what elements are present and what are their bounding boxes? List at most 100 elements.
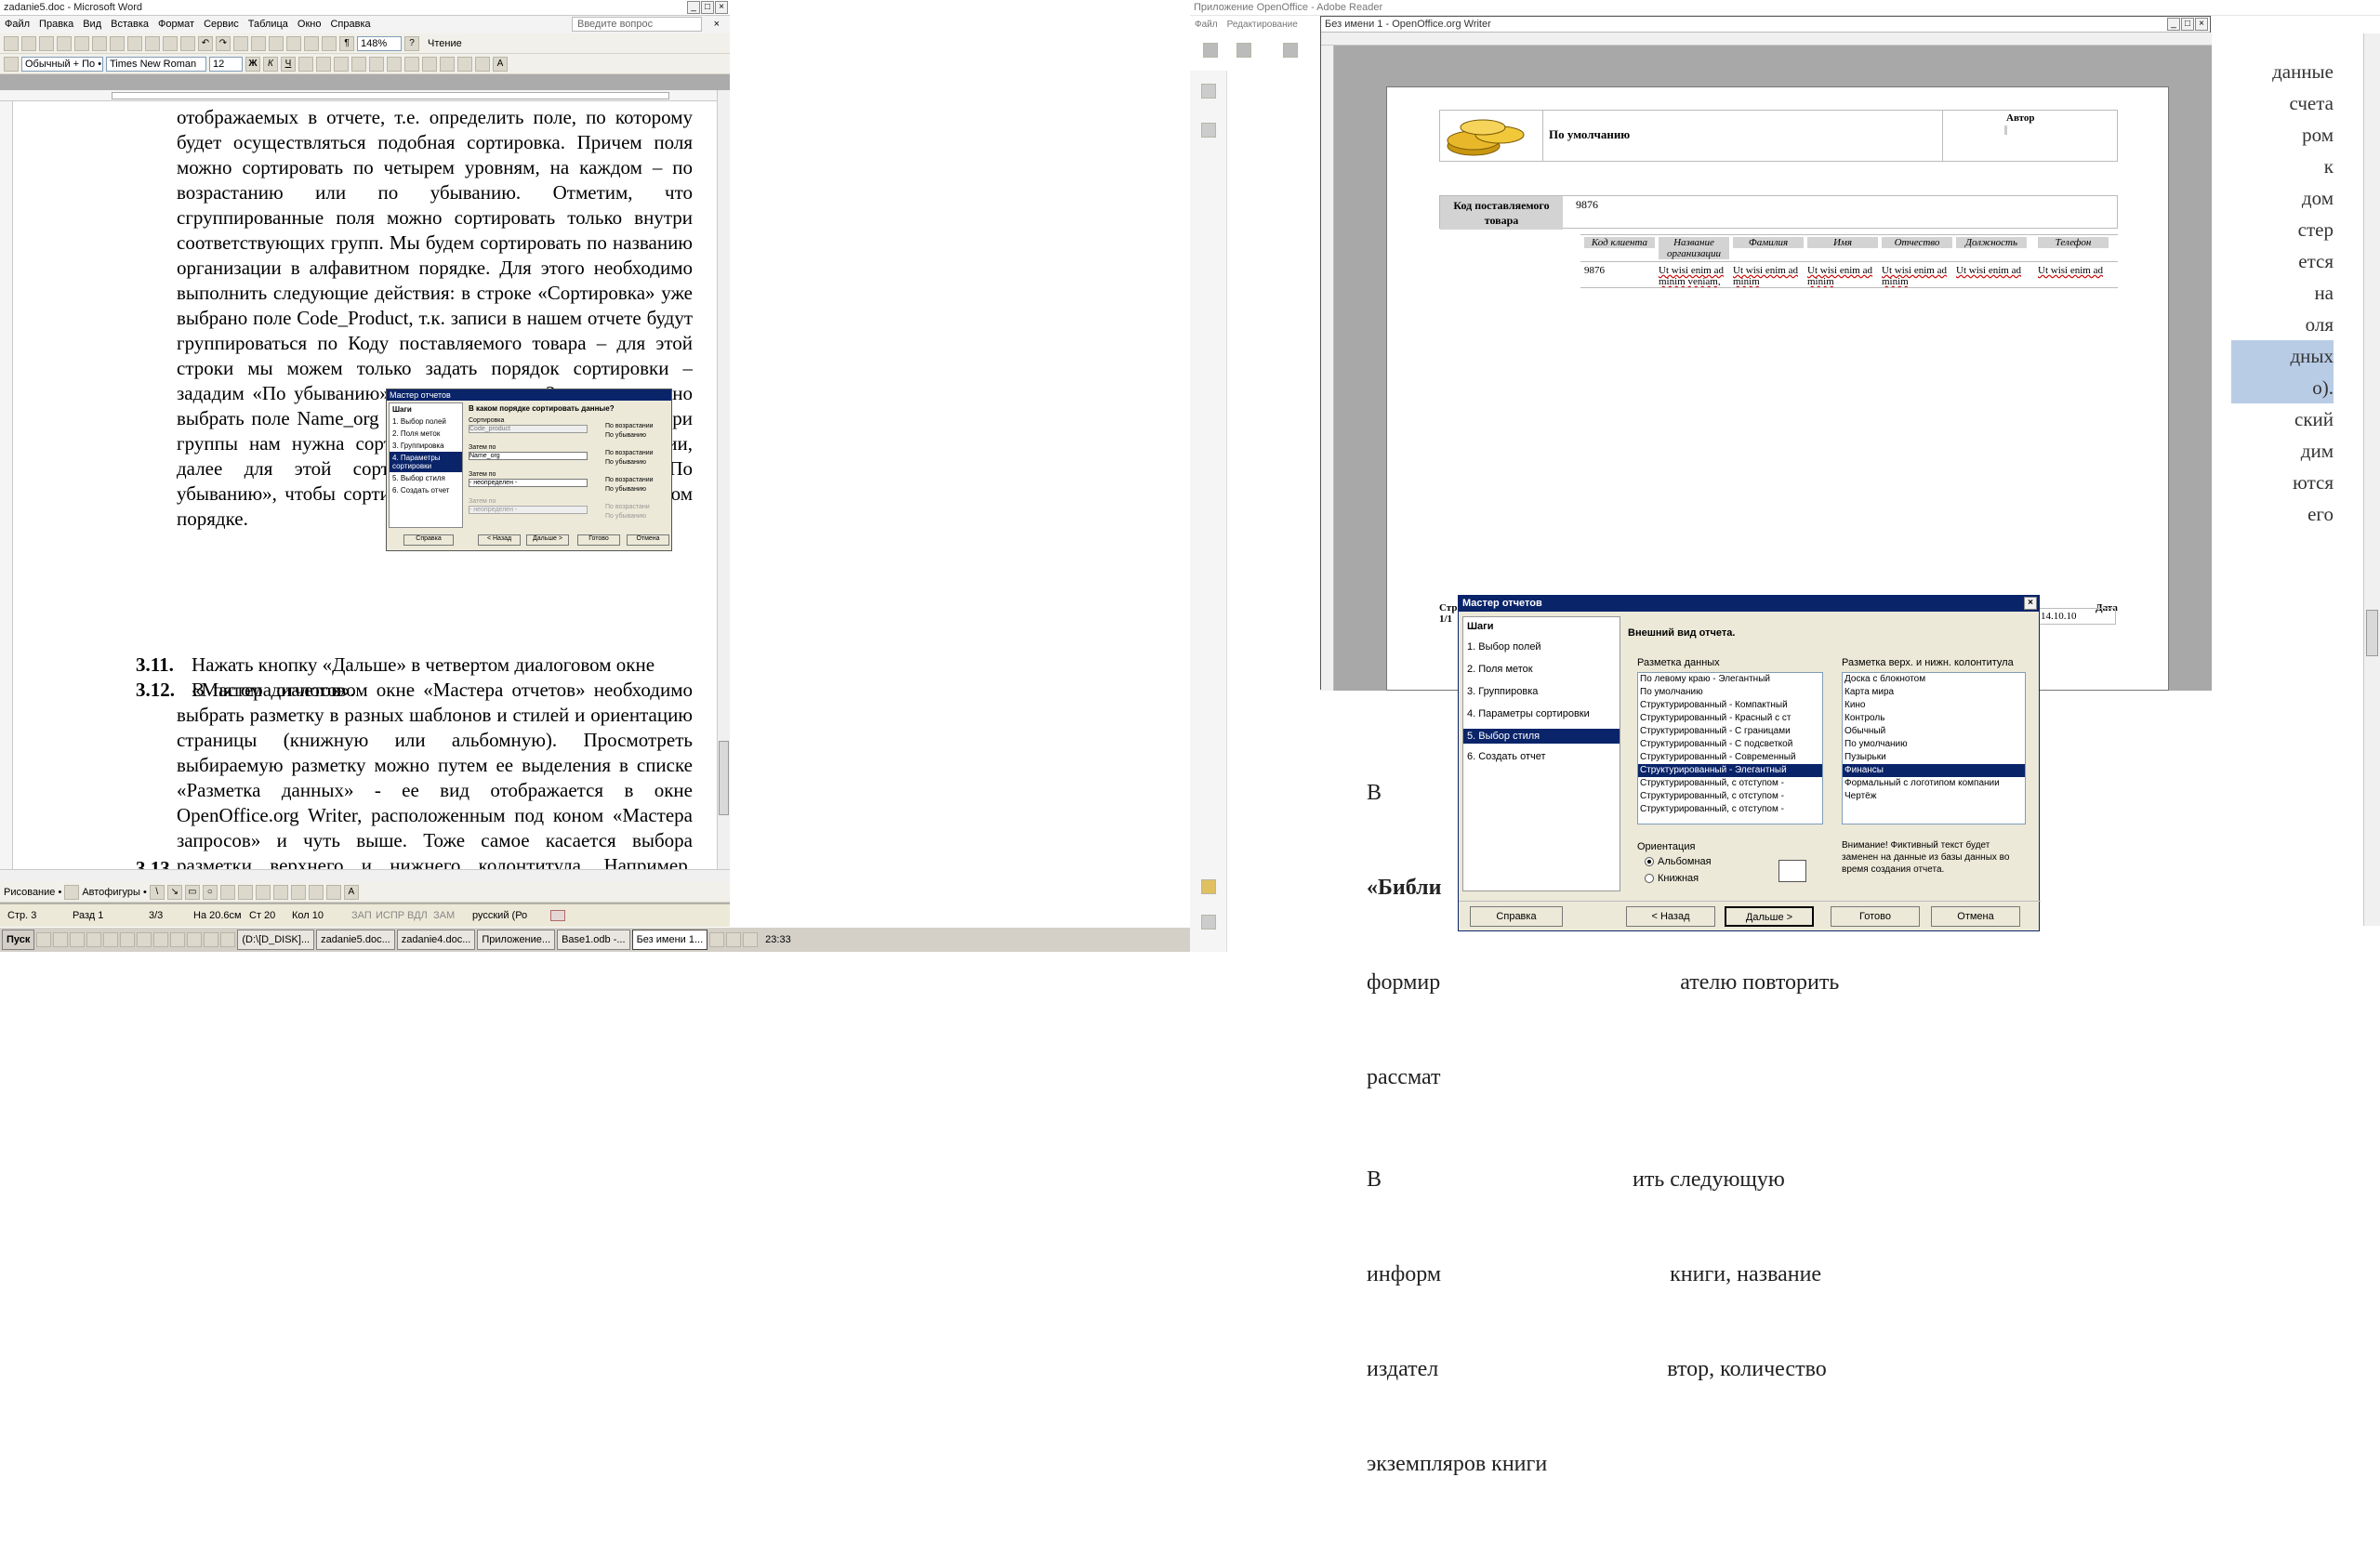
task-reader[interactable]: Приложение... bbox=[477, 930, 556, 950]
layout-data-list[interactable]: По левому краю - Элегантный По умолчанию… bbox=[1637, 672, 1823, 824]
layout-hf-list[interactable]: Доска с блокнотом Карта мира Кино Контро… bbox=[1842, 672, 2026, 824]
line-icon[interactable]: \ bbox=[149, 884, 165, 900]
close-icon[interactable]: × bbox=[2024, 597, 2037, 610]
reading-button[interactable]: Чтение bbox=[422, 38, 462, 49]
textbox-icon[interactable] bbox=[219, 884, 235, 900]
cut-icon[interactable] bbox=[127, 35, 142, 51]
menu-insert[interactable]: Вставка bbox=[106, 19, 153, 30]
drawing-menu[interactable]: Рисование • bbox=[4, 887, 61, 898]
arrow-icon[interactable]: ↘ bbox=[166, 884, 182, 900]
quicklaunch-powerpoint-icon[interactable] bbox=[137, 932, 152, 947]
reader-print-icon[interactable] bbox=[1203, 43, 1218, 58]
quicklaunch-word-icon[interactable] bbox=[70, 932, 86, 947]
drawing-icon[interactable] bbox=[304, 35, 319, 51]
maximize-icon[interactable]: □ bbox=[2181, 18, 2194, 31]
finish-button[interactable]: Готово bbox=[1831, 906, 1920, 927]
spelling-status-icon[interactable] bbox=[550, 910, 565, 921]
tray-lang-icon[interactable] bbox=[709, 932, 725, 947]
format-painter-icon[interactable] bbox=[180, 35, 195, 51]
align-right-icon[interactable] bbox=[334, 56, 349, 72]
wizard-step-5-selected[interactable]: 5. Выбор стиля bbox=[1463, 729, 1620, 744]
word-vertical-ruler[interactable] bbox=[0, 101, 13, 869]
show-marks-icon[interactable]: ¶ bbox=[339, 35, 354, 51]
word-horizontal-scrollbar[interactable] bbox=[0, 869, 730, 882]
help-button[interactable]: Справка bbox=[1470, 906, 1563, 927]
layout-hf-item[interactable]: Пузырьки bbox=[1843, 751, 2025, 764]
font-color-icon[interactable]: A bbox=[493, 56, 508, 72]
undo-icon[interactable]: ↶ bbox=[198, 35, 213, 51]
task-zadanie4[interactable]: zadanie4.doc... bbox=[396, 930, 476, 950]
close-icon[interactable]: × bbox=[715, 1, 728, 14]
reader-menu-edit[interactable]: Редактирование bbox=[1223, 20, 1302, 30]
redo-icon[interactable]: ↷ bbox=[216, 35, 231, 51]
layout-hf-item[interactable]: Обычный bbox=[1843, 725, 2025, 738]
quicklaunch-explorer-icon[interactable] bbox=[36, 932, 52, 947]
borders-icon[interactable] bbox=[457, 56, 472, 72]
italic-button[interactable]: К bbox=[263, 56, 278, 72]
word-vertical-scrollbar[interactable] bbox=[717, 90, 730, 869]
copy-icon[interactable] bbox=[145, 35, 160, 51]
menu-help[interactable]: Справка bbox=[325, 19, 375, 30]
menu-table[interactable]: Таблица bbox=[244, 19, 293, 30]
close-doc-icon[interactable]: × bbox=[709, 16, 724, 33]
word-horizontal-ruler[interactable] bbox=[0, 90, 730, 101]
new-doc-icon[interactable] bbox=[4, 35, 19, 51]
diagram-icon[interactable] bbox=[255, 884, 271, 900]
help-icon[interactable]: ? bbox=[404, 35, 419, 51]
underline-button[interactable]: Ч bbox=[281, 56, 296, 72]
close-icon[interactable]: × bbox=[2195, 18, 2208, 31]
task-base[interactable]: Base1.odb -... bbox=[557, 930, 630, 950]
oval-icon[interactable]: ○ bbox=[202, 884, 218, 900]
quicklaunch-opera-icon[interactable] bbox=[153, 932, 169, 947]
orientation-landscape[interactable]: Альбомная bbox=[1645, 856, 1712, 867]
quicklaunch-access-icon[interactable] bbox=[103, 932, 119, 947]
font-size-select[interactable]: 12 bbox=[209, 56, 243, 72]
layout-data-item[interactable]: Структурированный, с отступом - bbox=[1638, 777, 1822, 790]
numbering-icon[interactable] bbox=[387, 56, 402, 72]
layout-hf-item[interactable]: Контроль bbox=[1843, 712, 2025, 725]
wizard-step-2[interactable]: 2. Поля меток bbox=[1463, 656, 1620, 679]
minimize-icon[interactable]: _ bbox=[2167, 18, 2180, 31]
quicklaunch-media-icon[interactable] bbox=[170, 932, 186, 947]
layout-data-item[interactable]: Структурированный - С подсветкой bbox=[1638, 738, 1822, 751]
font-color-draw-icon[interactable]: A bbox=[343, 884, 359, 900]
font-select[interactable]: Times New Roman bbox=[106, 56, 206, 72]
menu-window[interactable]: Окно bbox=[293, 19, 326, 30]
doc-map-icon[interactable] bbox=[322, 35, 337, 51]
open-icon[interactable] bbox=[21, 35, 36, 51]
reader-email-icon[interactable] bbox=[1236, 43, 1251, 58]
menu-edit[interactable]: Правка bbox=[34, 19, 78, 30]
permission-icon[interactable] bbox=[57, 35, 72, 51]
minimize-icon[interactable]: _ bbox=[687, 1, 700, 14]
print-icon[interactable] bbox=[74, 35, 89, 51]
picture-icon[interactable] bbox=[290, 884, 306, 900]
task-writer[interactable]: Без имени 1... bbox=[631, 930, 708, 950]
hyperlink-icon[interactable] bbox=[233, 35, 248, 51]
clipart-icon[interactable] bbox=[272, 884, 288, 900]
next-button[interactable]: Дальше > bbox=[1725, 906, 1814, 927]
line-color-icon[interactable] bbox=[325, 884, 341, 900]
decrease-indent-icon[interactable] bbox=[422, 56, 437, 72]
increase-indent-icon[interactable] bbox=[440, 56, 455, 72]
layout-data-item[interactable]: Структурированный - С границами bbox=[1638, 725, 1822, 738]
excel-icon[interactable] bbox=[269, 35, 284, 51]
radio-unchecked-icon[interactable] bbox=[1645, 874, 1654, 883]
spelling-icon[interactable] bbox=[110, 35, 125, 51]
reader-tool-icon[interactable] bbox=[1283, 43, 1298, 58]
radio-checked-icon[interactable] bbox=[1645, 857, 1654, 866]
task-zadanie5[interactable]: zadanie5.doc... bbox=[316, 930, 395, 950]
wizard-step-4[interactable]: 4. Параметры сортировки bbox=[1463, 701, 1620, 723]
menu-format[interactable]: Формат bbox=[153, 19, 199, 30]
writer-vertical-ruler[interactable] bbox=[1321, 46, 1334, 691]
table-icon[interactable] bbox=[251, 35, 266, 51]
menu-view[interactable]: Вид bbox=[78, 19, 106, 30]
autoshapes-menu[interactable]: Автофигуры • bbox=[82, 887, 147, 898]
reader-pages-icon[interactable] bbox=[1201, 84, 1216, 99]
quicklaunch-calc-icon[interactable] bbox=[204, 932, 219, 947]
layout-hf-item[interactable]: Карта мира bbox=[1843, 686, 2025, 699]
justify-icon[interactable] bbox=[351, 56, 366, 72]
tray-volume-icon[interactable] bbox=[743, 932, 759, 947]
layout-hf-item[interactable]: Формальный с логотипом компании bbox=[1843, 777, 2025, 790]
highlight-icon[interactable] bbox=[475, 56, 490, 72]
bold-button[interactable]: Ж bbox=[245, 56, 260, 72]
